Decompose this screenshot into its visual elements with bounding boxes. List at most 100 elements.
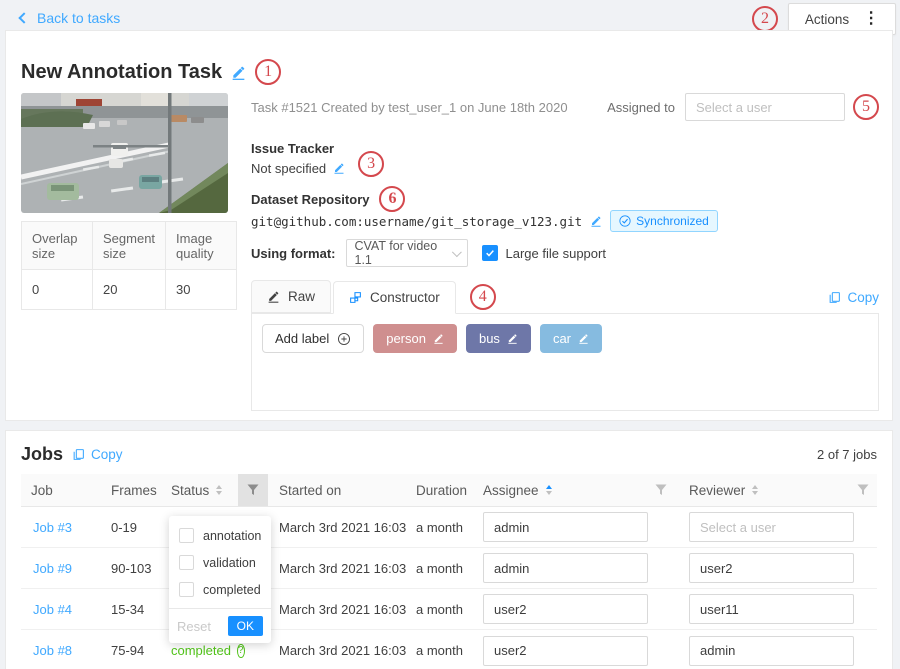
- label-person-name: person: [386, 331, 426, 346]
- edit-repository-icon[interactable]: [590, 215, 602, 227]
- labels-copy-button[interactable]: Copy: [828, 290, 879, 313]
- job-link[interactable]: Job #3: [21, 520, 111, 535]
- assigned-to-input[interactable]: [685, 93, 845, 121]
- filter-option-completed[interactable]: completed: [169, 576, 271, 603]
- kebab-menu-icon: ⋮: [863, 11, 879, 27]
- column-started-label: Started on: [279, 483, 341, 498]
- filter-funnel-icon: [247, 484, 259, 496]
- assignee-cell: [478, 512, 646, 542]
- job-link[interactable]: Job #4: [21, 602, 111, 617]
- edit-label-icon[interactable]: [433, 333, 444, 344]
- jobs-copy-button[interactable]: Copy: [72, 447, 123, 462]
- page: Back to tasks 2 Actions ⋮ New Annotation…: [0, 0, 900, 669]
- filter-funnel-icon: [655, 484, 667, 496]
- reviewer-filter-button[interactable]: [846, 474, 879, 506]
- reviewer-cell: [676, 512, 846, 542]
- checkbox-unchecked-icon[interactable]: [179, 528, 194, 543]
- status-filter-dropdown: annotation validation completed Reset OK: [169, 516, 271, 643]
- column-header-status[interactable]: Status: [166, 474, 238, 506]
- column-header-started: Started on: [268, 474, 411, 506]
- assignee-cell: [478, 553, 646, 583]
- copy-icon: [828, 291, 841, 304]
- label-chip-car[interactable]: car: [540, 324, 602, 353]
- status-completed-label: completed: [171, 643, 231, 658]
- label-chip-bus[interactable]: bus: [466, 324, 531, 353]
- issue-tracker-label: Issue Tracker: [251, 139, 879, 157]
- assignee-sorter-icon[interactable]: [546, 485, 552, 495]
- callout-5: 5: [853, 94, 879, 120]
- add-label-button[interactable]: Add label: [262, 324, 364, 353]
- assignee-input[interactable]: [483, 636, 648, 666]
- edit-issue-tracker-icon[interactable]: [333, 162, 345, 174]
- edit-label-icon[interactable]: [507, 333, 518, 344]
- reviewer-sorter-icon[interactable]: [752, 485, 758, 495]
- callout-1: 1: [255, 59, 281, 85]
- build-icon: [349, 291, 362, 304]
- reviewer-input[interactable]: [689, 553, 854, 583]
- checkbox-unchecked-icon[interactable]: [179, 582, 194, 597]
- column-assignee-label: Assignee: [483, 483, 539, 498]
- question-circle-icon[interactable]: ?: [237, 644, 245, 658]
- checkbox-checked-icon[interactable]: [482, 245, 498, 261]
- jobs-count: 2 of 7 jobs: [817, 447, 877, 462]
- column-header-assignee[interactable]: Assignee: [478, 474, 646, 506]
- issue-tracker-value: Not specified: [251, 161, 326, 176]
- tab-constructor[interactable]: Constructor: [333, 281, 456, 314]
- repository-url[interactable]: git@github.com:username/git_storage_v123…: [251, 214, 582, 229]
- assignee-filter-button[interactable]: [646, 474, 676, 506]
- tab-raw-label: Raw: [288, 289, 315, 304]
- format-label: Using format:: [251, 246, 336, 261]
- chevron-down-icon: [452, 247, 462, 257]
- started-cell: March 3rd 2021 16:03: [268, 520, 411, 535]
- large-file-checkbox-wrap[interactable]: Large file support: [482, 245, 606, 261]
- job-link[interactable]: Job #8: [21, 643, 111, 658]
- reviewer-input[interactable]: [689, 594, 854, 624]
- param-value-segment: 20: [93, 270, 166, 310]
- edit-title-icon[interactable]: [231, 64, 247, 80]
- filter-reset-button[interactable]: Reset: [177, 619, 211, 634]
- status-cell: completed ?: [166, 643, 238, 658]
- job-link[interactable]: Job #9: [21, 561, 111, 576]
- edit-label-icon[interactable]: [578, 333, 589, 344]
- sync-status-label: Synchronized: [636, 214, 709, 228]
- jobs-title: Jobs: [21, 444, 63, 465]
- param-value-quality: 30: [166, 270, 237, 310]
- tab-raw[interactable]: Raw: [251, 280, 331, 313]
- frames-cell: 75-94: [111, 643, 166, 658]
- assignee-cell: [478, 636, 646, 666]
- status-sorter-icon[interactable]: [216, 485, 222, 495]
- filter-option-annotation[interactable]: annotation: [169, 522, 271, 549]
- repository-value-row: git@github.com:username/git_storage_v123…: [251, 210, 879, 232]
- assignee-input[interactable]: [483, 512, 648, 542]
- check-circle-icon: [619, 215, 631, 227]
- callout-2: 2: [752, 6, 778, 32]
- repository-label-text: Dataset Repository: [251, 192, 369, 207]
- column-header-reviewer[interactable]: Reviewer: [676, 474, 846, 506]
- table-row: Job #4 15-34 March 3rd 2021 16:03 a mont…: [21, 589, 877, 630]
- back-to-tasks-link[interactable]: Back to tasks: [20, 10, 120, 26]
- column-duration-label: Duration: [416, 483, 467, 498]
- frames-cell: 90-103: [111, 561, 166, 576]
- jobs-header: Jobs Copy 2 of 7 jobs: [6, 431, 892, 474]
- jobs-copy-label: Copy: [91, 447, 123, 462]
- checkbox-unchecked-icon[interactable]: [179, 555, 194, 570]
- column-job-label: Job: [31, 483, 53, 498]
- reviewer-cell: [676, 594, 846, 624]
- reviewer-input[interactable]: [689, 636, 854, 666]
- filter-ok-button[interactable]: OK: [228, 616, 263, 636]
- assignee-input[interactable]: [483, 553, 648, 583]
- status-filter-button[interactable]: [238, 474, 268, 506]
- started-cell: March 3rd 2021 16:03: [268, 561, 411, 576]
- jobs-card: Jobs Copy 2 of 7 jobs Job Frames Status: [5, 430, 893, 669]
- tab-constructor-label: Constructor: [370, 290, 440, 305]
- param-value-overlap: 0: [22, 270, 93, 310]
- label-chip-person[interactable]: person: [373, 324, 457, 353]
- repository-label-row: Dataset Repository 6: [251, 190, 879, 208]
- format-select[interactable]: CVAT for video 1.1: [346, 239, 468, 267]
- filter-option-validation[interactable]: validation: [169, 549, 271, 576]
- assignee-input[interactable]: [483, 594, 648, 624]
- labels-row: Add label person bus: [262, 324, 868, 353]
- reviewer-input[interactable]: [689, 512, 854, 542]
- sync-status-badge[interactable]: Synchronized: [610, 210, 718, 232]
- format-select-value: CVAT for video 1.1: [355, 239, 452, 267]
